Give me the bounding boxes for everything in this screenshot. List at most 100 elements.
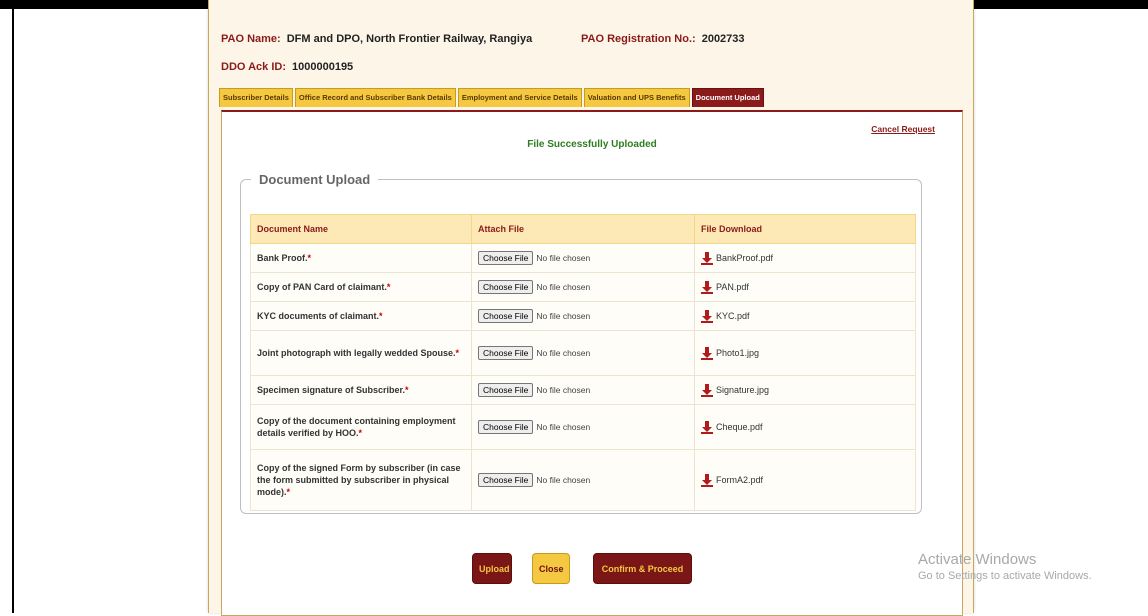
attach-file-cell: Choose File No file chosen: [471, 330, 695, 376]
document-name-cell: Copy of the signed Form by subscriber (i…: [250, 449, 472, 511]
document-name: Specimen signature of Subscriber.: [257, 385, 406, 395]
file-download-link[interactable]: Photo1.jpg: [701, 346, 909, 360]
file-download-cell: KYC.pdf: [694, 301, 916, 331]
attach-file-cell: Choose File No file chosen: [471, 243, 695, 273]
table-row: Bank Proof.* Choose File No file chosen Ban…: [250, 243, 916, 273]
choose-file-button[interactable]: Choose File: [478, 473, 534, 487]
attach-file-cell: Choose File No file chosen: [471, 301, 695, 331]
choose-file-button[interactable]: Choose File: [478, 420, 534, 434]
table-row: Joint photograph with legally wedded Spo…: [250, 330, 916, 376]
download-file-name: Photo1.jpg: [716, 348, 760, 358]
no-file-text: No file chosen: [536, 475, 591, 485]
download-arrow-icon: [701, 420, 713, 434]
no-file-text: No file chosen: [536, 311, 591, 321]
download-file-name: BankProof.pdf: [716, 253, 774, 263]
no-file-text: No file chosen: [536, 422, 591, 432]
download-arrow-icon: [701, 383, 713, 397]
table-row: Copy of the document containing employme…: [250, 404, 916, 450]
download-file-name: FormA2.pdf: [716, 475, 764, 485]
document-name: Joint photograph with legally wedded Spo…: [257, 348, 456, 358]
documents-table-body: Bank Proof.* Choose File No file chosen Ban…: [250, 243, 916, 511]
download-arrow-icon: [701, 473, 713, 487]
file-download-cell: PAN.pdf: [694, 272, 916, 302]
tab-office-record[interactable]: Office Record and Subscriber Bank Detail…: [294, 88, 456, 107]
document-upload-section: Document Upload Document Name Attach Fil…: [240, 172, 922, 514]
file-download-link[interactable]: BankProof.pdf: [701, 251, 909, 265]
attach-file-cell: Choose File No file chosen: [471, 449, 695, 511]
document-name-cell: KYC documents of claimant.*: [250, 301, 472, 331]
file-download-cell: Cheque.pdf: [694, 404, 916, 450]
required-marker: *: [455, 348, 460, 358]
pao-registration-label: PAO Registration No.:: [581, 33, 696, 45]
tab-content: Cancel Request File Successfully Uploade…: [221, 110, 963, 616]
download-arrow-icon: [701, 280, 713, 294]
file-download-link[interactable]: Cheque.pdf: [701, 420, 909, 434]
tab-subscriber-details[interactable]: Subscriber Details: [219, 88, 293, 107]
section-title: Document Upload: [259, 172, 371, 187]
file-download-cell: BankProof.pdf: [694, 243, 916, 273]
choose-file-button[interactable]: Choose File: [478, 383, 534, 397]
ddo-ack-label: DDO Ack ID:: [221, 61, 286, 73]
required-marker: *: [358, 428, 363, 438]
file-download-link[interactable]: Signature.jpg: [701, 383, 909, 397]
document-name-cell: Copy of PAN Card of claimant.*: [250, 272, 472, 302]
choose-file-button[interactable]: Choose File: [478, 309, 534, 323]
close-button[interactable]: Close: [532, 553, 570, 584]
attach-file-cell: Choose File No file chosen: [471, 272, 695, 302]
download-file-name: KYC.pdf: [716, 311, 750, 321]
table-row: Copy of the signed Form by subscriber (i…: [250, 449, 916, 511]
header-document-name: Document Name: [250, 214, 472, 244]
document-name-cell: Bank Proof.*: [250, 243, 472, 273]
pao-name-value: DFM and DPO, North Frontier Railway, Ran…: [286, 33, 533, 45]
download-file-name: PAN.pdf: [716, 282, 749, 292]
choose-file-button[interactable]: Choose File: [478, 346, 534, 360]
file-download-link[interactable]: PAN.pdf: [701, 280, 909, 294]
watermark-title: Activate Windows: [918, 551, 1037, 568]
no-file-text: No file chosen: [536, 385, 591, 395]
attach-file-cell: Choose File No file chosen: [471, 375, 695, 405]
no-file-text: No file chosen: [536, 348, 591, 358]
success-message: File Successfully Uploaded: [527, 139, 657, 150]
document-name-cell: Joint photograph with legally wedded Spo…: [250, 330, 472, 376]
window-left-edge: [12, 9, 14, 613]
cancel-request-link[interactable]: Cancel Request: [871, 124, 935, 134]
table-header-row: Document Name Attach File File Download: [250, 214, 916, 244]
tab-valuation-ups[interactable]: Valuation and UPS Benefits: [583, 88, 690, 107]
file-download-cell: Photo1.jpg: [694, 330, 916, 376]
pao-registration-value: 2002733: [701, 33, 745, 45]
file-download-cell: Signature.jpg: [694, 375, 916, 405]
required-marker: *: [386, 282, 391, 292]
pao-name-row: PAO Name: DFM and DPO, North Frontier Rai…: [221, 33, 532, 45]
required-marker: *: [286, 487, 291, 497]
required-marker: *: [405, 385, 409, 395]
ddo-ack-value: 1000000195: [292, 61, 354, 73]
choose-file-button[interactable]: Choose File: [478, 280, 534, 294]
document-name: KYC documents of claimant.: [257, 311, 380, 321]
upload-button[interactable]: Upload: [472, 553, 512, 584]
attach-file-cell: Choose File No file chosen: [471, 404, 695, 450]
file-download-link[interactable]: KYC.pdf: [701, 309, 909, 323]
download-arrow-icon: [701, 309, 713, 323]
required-marker: *: [379, 311, 383, 321]
download-file-name: Signature.jpg: [716, 385, 770, 395]
table-row: Copy of PAN Card of claimant.* Choose Fil…: [250, 272, 916, 302]
download-file-name: Cheque.pdf: [716, 422, 763, 432]
ddo-ack-row: DDO Ack ID: 1000000195: [221, 61, 353, 73]
watermark-subtitle: Go to Settings to activate Windows.: [918, 570, 1092, 582]
file-download-cell: FormA2.pdf: [694, 449, 916, 511]
document-name: Bank Proof.: [257, 253, 308, 263]
file-download-link[interactable]: FormA2.pdf: [701, 473, 909, 487]
required-marker: *: [307, 253, 312, 263]
tab-bar: Subscriber Details Office Record and Sub…: [219, 88, 764, 107]
tab-document-upload[interactable]: Document Upload: [691, 88, 764, 107]
pao-registration-row: PAO Registration No.: 2002733: [581, 33, 745, 45]
document-name-cell: Copy of the document containing employme…: [250, 404, 472, 450]
confirm-proceed-button[interactable]: Confirm & Proceed: [593, 553, 692, 584]
choose-file-button[interactable]: Choose File: [478, 251, 534, 265]
document-name-cell: Specimen signature of Subscriber.*: [250, 375, 472, 405]
tab-employment-service[interactable]: Employment and Service Details: [457, 88, 582, 107]
header-attach-file: Attach File: [471, 214, 695, 244]
no-file-text: No file chosen: [536, 253, 591, 263]
document-name: Copy of PAN Card of claimant.: [257, 282, 387, 292]
document-name: Copy of the document containing employme…: [257, 416, 456, 438]
